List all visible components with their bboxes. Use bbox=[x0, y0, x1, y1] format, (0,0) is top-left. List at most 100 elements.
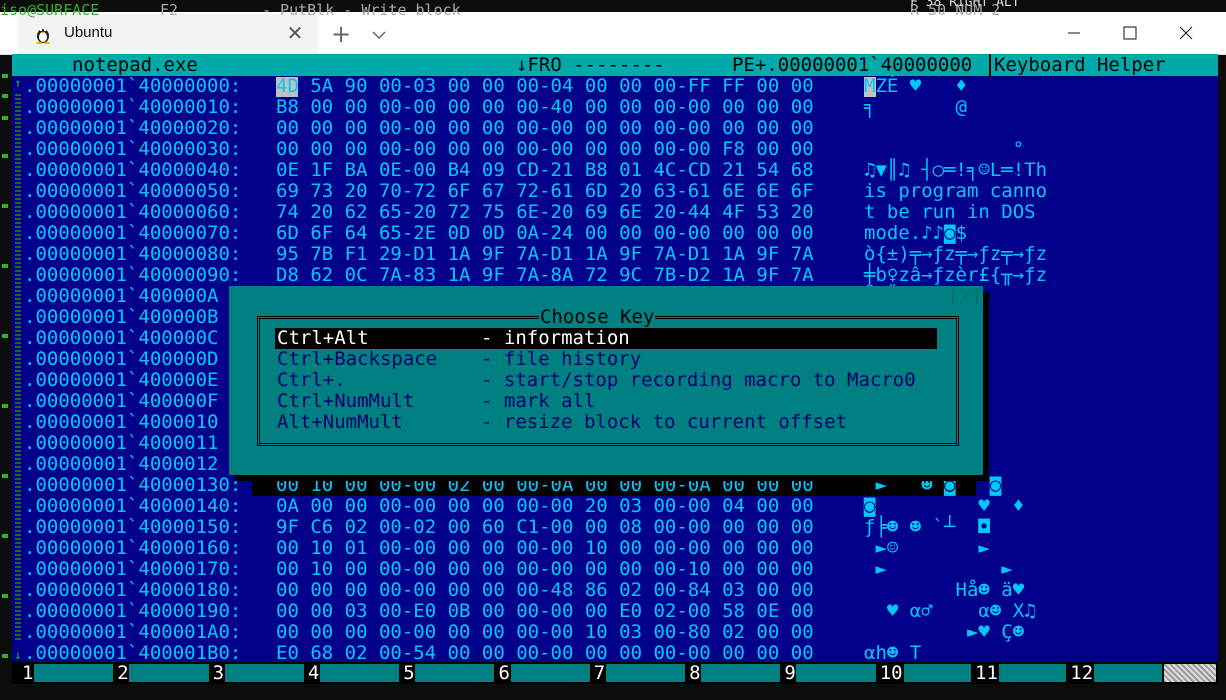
background-terminal-edge bbox=[0, 54, 12, 684]
terminal-tab[interactable]: Ubuntu ✕ bbox=[18, 14, 318, 54]
key-option[interactable]: Alt+NumMult - resize block to current off… bbox=[275, 412, 937, 433]
row-ascii: t be run in DOS bbox=[864, 201, 1048, 223]
hex-row[interactable]: .00000001`40000140: 0A 00 00 00-00 00 00 … bbox=[12, 496, 1218, 517]
key-combo: Ctrl+Alt bbox=[277, 327, 369, 349]
row-address: .00000001`400000F bbox=[24, 390, 219, 412]
fkey-button[interactable]: 11 bbox=[975, 662, 1068, 684]
fkey-number: 6 bbox=[498, 662, 510, 684]
row-hex-bytes: 69 73 20 70-72 6F 67 72-61 6D 20 63-61 6… bbox=[276, 180, 814, 202]
row-hex-bytes: 00 00 03 00-E0 0B 00 00-00 00 E0 02-00 5… bbox=[276, 600, 814, 622]
row-address: .00000001`4000010 bbox=[24, 411, 219, 433]
fkey-button[interactable]: 8 bbox=[689, 662, 782, 684]
file-name: notepad.exe bbox=[72, 54, 198, 76]
key-description: - information bbox=[481, 327, 630, 349]
key-option[interactable]: Ctrl+Backspace - file history bbox=[275, 349, 937, 370]
tab-title: Ubuntu bbox=[64, 24, 113, 41]
row-address: .00000001`40000130: bbox=[24, 474, 242, 496]
hex-row[interactable]: .00000001`40000160: 00 10 01 00-00 00 00 … bbox=[12, 538, 1218, 559]
row-hex-bytes: 74 20 62 65-20 72 75 6E-20 69 6E 20-44 4… bbox=[276, 201, 814, 223]
key-description: - file history bbox=[481, 348, 642, 370]
background-key: F2 bbox=[160, 1, 179, 19]
hex-row[interactable]: .00000001`40000070: 6D 6F 64 65-2E 0D 0D … bbox=[12, 223, 1218, 244]
hex-row[interactable]: .00000001`40000080: 95 7B F1 29-D1 1A 9F … bbox=[12, 244, 1218, 265]
fkey-label-box bbox=[999, 664, 1067, 682]
row-hex-bytes: 00 00 00 00-00 00 00 00-00 00 00 00-00 0… bbox=[276, 117, 814, 139]
close-tab-icon[interactable]: ✕ bbox=[284, 20, 306, 46]
close-window-button[interactable] bbox=[1158, 12, 1214, 54]
background-prompt: iso@SURFACE bbox=[0, 1, 100, 19]
row-hex-bytes: 00 00 00 00-00 00 00 00-00 00 00 00-00 F… bbox=[276, 138, 814, 160]
maximize-window-button[interactable] bbox=[1102, 12, 1158, 54]
key-option[interactable]: Ctrl+. - start/stop recording macro to Ma… bbox=[275, 370, 937, 391]
hex-row[interactable]: .00000001`40000150: 9F C6 02 00-02 00 60 … bbox=[12, 517, 1218, 538]
hex-viewer-panel[interactable]: notepad.exe ↓FRO -------- PE+.00000001`4… bbox=[12, 54, 1218, 684]
row-address: .00000001`40000170: bbox=[24, 558, 242, 580]
key-option[interactable]: Ctrl+Alt - information bbox=[275, 328, 937, 349]
new-tab-button[interactable]: + bbox=[328, 20, 354, 48]
fkey-button[interactable]: 10 bbox=[880, 662, 973, 684]
row-ascii: ►♥ Ç☻ bbox=[864, 621, 1048, 643]
row-address: .00000001`40000090: bbox=[24, 264, 242, 286]
chevron-down-icon[interactable] bbox=[368, 24, 390, 46]
row-ascii: ► ☻ ◙ ◙ bbox=[864, 474, 1036, 496]
row-address: .00000001`4000012 bbox=[24, 453, 219, 475]
hex-row[interactable]: .00000001`40000050: 69 73 20 70-72 6F 67 … bbox=[12, 181, 1218, 202]
fkey-button[interactable]: 9 bbox=[784, 662, 877, 684]
row-hex-bytes: 0E 1F BA 0E-00 B4 09 CD-21 B8 01 4C-CD 2… bbox=[276, 159, 814, 181]
key-option[interactable]: Ctrl+NumMult - mark all bbox=[275, 391, 937, 412]
row-address: .00000001`40000190: bbox=[24, 600, 242, 622]
row-hex-bytes: 00 00 00 00-00 00 00 00-00 10 03 00-80 0… bbox=[276, 621, 814, 643]
fkey-label-box bbox=[796, 664, 876, 682]
fkey-number: 1 bbox=[22, 662, 34, 684]
key-description: - start/stop recording macro to Macro0 bbox=[481, 369, 916, 391]
row-ascii: ►☺ ► bbox=[864, 537, 1059, 559]
fkey-button[interactable]: 3 bbox=[213, 662, 306, 684]
minimize-window-button[interactable] bbox=[1046, 12, 1102, 54]
hex-row[interactable]: .00000001`40000010: B8 00 00 00-00 00 00 … bbox=[12, 97, 1218, 118]
hex-row[interactable]: .00000001`40000130: 00 10 00 00-00 02 00 … bbox=[12, 475, 1218, 496]
row-ascii: ƒ╞☻ ☻ `┴ ◘ bbox=[864, 516, 1048, 538]
hex-row[interactable]: .00000001`400001A0: 00 00 00 00-00 00 00 … bbox=[12, 622, 1218, 643]
fkey-button[interactable]: 4 bbox=[308, 662, 401, 684]
fkey-number: 3 bbox=[212, 662, 225, 684]
row-hex-bytes: E0 68 02 00-54 00 00 00-00 00 00 00-00 0… bbox=[276, 642, 814, 664]
hex-row[interactable]: .00000001`40000060: 74 20 62 65-20 72 75 … bbox=[12, 202, 1218, 223]
fkey-label-box bbox=[129, 664, 209, 682]
fkey-number: 7 bbox=[593, 662, 606, 684]
row-address: .00000001`400001A0: bbox=[24, 621, 242, 643]
fkey-label-box bbox=[415, 664, 495, 682]
fkey-button[interactable]: 6 bbox=[499, 662, 592, 684]
dialog-close-button[interactable]: [X] bbox=[948, 286, 982, 308]
row-address: .00000001`40000030: bbox=[24, 138, 242, 160]
fkey-label-box bbox=[1094, 664, 1162, 682]
view-mode: ↓FRO -------- bbox=[516, 54, 665, 76]
fkey-label-box bbox=[701, 664, 781, 682]
fkey-button[interactable]: 12 bbox=[1070, 662, 1163, 684]
row-address: .00000001`40000140: bbox=[24, 495, 242, 517]
row-hex-bytes: 4D 5A 90 00-03 00 00 00-04 00 00 00-FF F… bbox=[276, 75, 814, 97]
fkey-bar-end bbox=[1164, 664, 1216, 682]
hex-row[interactable]: .00000001`40000020: 00 00 00 00-00 00 00 … bbox=[12, 118, 1218, 139]
fkey-number: 9 bbox=[784, 662, 796, 684]
fkey-button[interactable]: 5 bbox=[403, 662, 496, 684]
row-address: .00000001`40000040: bbox=[24, 159, 242, 181]
hex-row[interactable]: .00000001`400001B0: E0 68 02 00-54 00 00 … bbox=[12, 643, 1218, 664]
row-ascii: ° bbox=[864, 138, 1048, 160]
hex-row[interactable]: .00000001`40000180: 00 00 00 00-00 00 00 … bbox=[12, 580, 1218, 601]
hex-row[interactable]: .00000001`40000000: 4D 5A 90 00-03 00 00 … bbox=[12, 76, 1218, 97]
row-ascii: ╕ @ bbox=[864, 96, 1002, 118]
hex-row[interactable]: .00000001`40000030: 00 00 00 00-00 00 00 … bbox=[12, 139, 1218, 160]
fkey-button[interactable]: 2 bbox=[117, 662, 210, 684]
fkey-number: 5 bbox=[403, 662, 415, 684]
hex-row[interactable]: .00000001`40000040: 0E 1F BA 0E-00 B4 09 … bbox=[12, 160, 1218, 181]
hex-row[interactable]: .00000001`40000170: 00 10 00 00-00 00 00 … bbox=[12, 559, 1218, 580]
viewer-header: notepad.exe ↓FRO -------- PE+.00000001`4… bbox=[12, 54, 1218, 76]
fkey-button[interactable]: 7 bbox=[594, 662, 687, 684]
row-hex-bytes: B8 00 00 00-00 00 00 00-40 00 00 00-00 0… bbox=[276, 96, 814, 118]
fkey-number: 10 bbox=[879, 662, 903, 684]
hex-row[interactable]: .00000001`40000190: 00 00 03 00-E0 0B 00 … bbox=[12, 601, 1218, 622]
hex-row[interactable]: .00000001`40000090: D8 62 0C 7A-83 1A 9F … bbox=[12, 265, 1218, 286]
key-combo: Alt+NumMult bbox=[277, 411, 403, 433]
fkey-button[interactable]: 1 bbox=[22, 662, 115, 684]
key-combo: Ctrl+NumMult bbox=[277, 390, 415, 412]
